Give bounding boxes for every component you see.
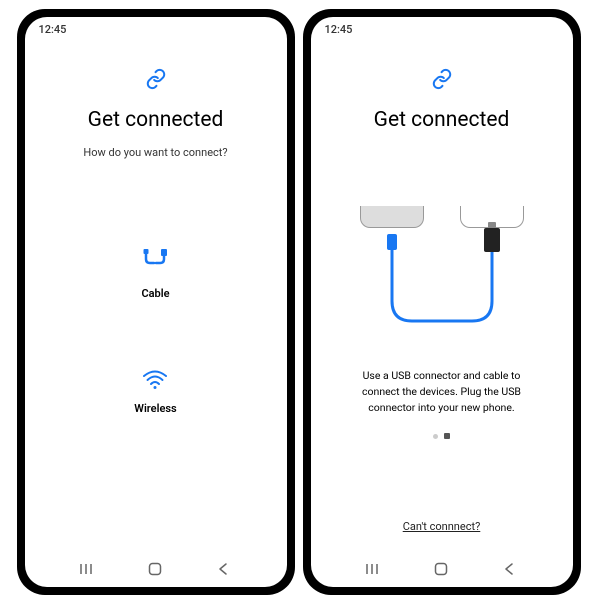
status-time: 12:45 (325, 23, 353, 36)
page-dot-2[interactable] (444, 433, 450, 439)
link-icon (145, 68, 167, 94)
status-time: 12:45 (39, 23, 67, 36)
nav-home-button[interactable] (135, 559, 175, 579)
cable-option[interactable]: Cable (140, 249, 170, 300)
nav-home-button[interactable] (421, 559, 461, 579)
status-bar: 12:45 (311, 17, 573, 38)
link-icon (431, 68, 453, 94)
connection-options: Cable Wireless (134, 249, 176, 415)
cable-illustration (352, 206, 532, 346)
screen1-content: Get connected How do you want to connect… (25, 38, 287, 551)
wifi-icon (142, 370, 168, 394)
page-title: Get connected (374, 108, 510, 132)
screen-right: 12:45 Get connected Use a USB connector … (311, 17, 573, 587)
cant-connect-link[interactable]: Can't connnect? (403, 520, 481, 533)
nav-back-button[interactable] (489, 559, 529, 579)
page-indicator (433, 433, 450, 439)
nav-back-button[interactable] (203, 559, 243, 579)
nav-recents-button[interactable] (354, 559, 394, 579)
nav-bar (25, 551, 287, 587)
page-subtitle: How do you want to connect? (83, 146, 227, 159)
cable-path-icon (352, 246, 532, 346)
wireless-option[interactable]: Wireless (134, 370, 176, 415)
page-dot-1[interactable] (433, 434, 438, 439)
instruction-text: Use a USB connector and cable to connect… (331, 368, 553, 415)
screen2-content: Get connected Use a USB connector and ca… (311, 38, 573, 551)
phone-frame-left: 12:45 Get connected How do you want to c… (17, 9, 295, 595)
wireless-label: Wireless (134, 402, 176, 415)
screen-left: 12:45 Get connected How do you want to c… (25, 17, 287, 587)
nav-recents-button[interactable] (68, 559, 108, 579)
status-bar: 12:45 (25, 17, 287, 38)
nav-bar (311, 551, 573, 587)
cable-label: Cable (141, 287, 169, 300)
old-device-icon (360, 206, 424, 228)
page-title: Get connected (88, 108, 224, 132)
cable-icon (140, 249, 170, 279)
phone-frame-right: 12:45 Get connected Use a USB connector … (303, 9, 581, 595)
